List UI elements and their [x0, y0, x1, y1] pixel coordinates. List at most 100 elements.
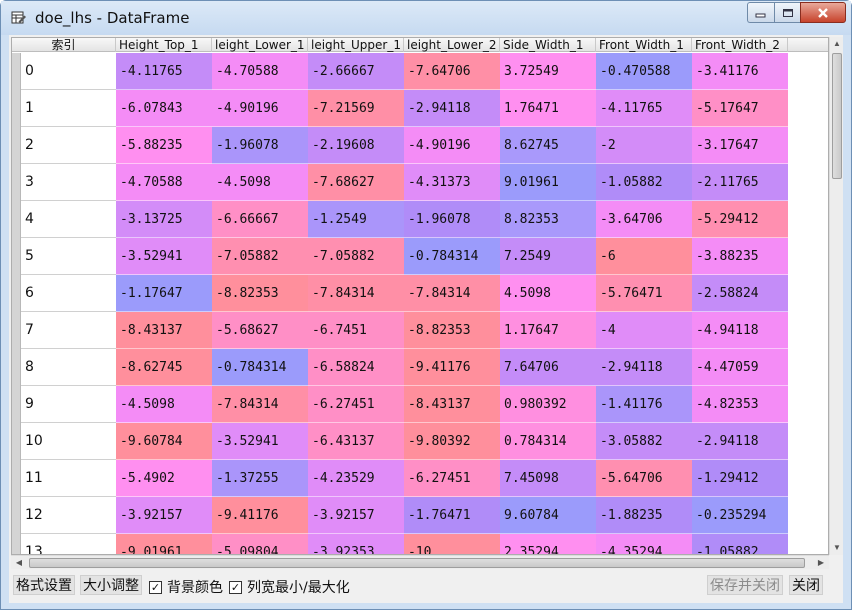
row-index-cell[interactable]: 5 [12, 238, 116, 275]
table-cell[interactable]: -1.37255 [212, 460, 308, 497]
table-cell[interactable]: -2.94118 [596, 349, 692, 386]
table-cell[interactable]: -2.11765 [692, 164, 788, 201]
table-cell[interactable]: -4.47059 [692, 349, 788, 386]
table-cell[interactable]: 9.60784 [500, 497, 596, 534]
table-cell[interactable]: -2.19608 [308, 127, 404, 164]
table-cell[interactable]: -3.17647 [692, 127, 788, 164]
table-cell[interactable]: -7.84314 [404, 275, 500, 312]
table-cell[interactable]: 1.76471 [500, 90, 596, 127]
table-cell[interactable]: -5.29412 [692, 201, 788, 238]
minimize-button[interactable] [747, 2, 774, 23]
table-row[interactable]: 9 -4.5098 -7.84314 -6.27451 -8.43137 0.980392… [12, 386, 828, 423]
resize-button[interactable]: 大小调整 [80, 575, 142, 595]
table-cell[interactable]: 7.2549 [500, 238, 596, 275]
table-row[interactable]: 3 -4.70588 -4.5098 -7.68627 -4.31373 9.01961-… [12, 164, 828, 201]
table-cell[interactable]: -2.94118 [404, 90, 500, 127]
table-cell[interactable]: -2.94118 [692, 423, 788, 460]
horizontal-scroll-thumb[interactable] [29, 558, 805, 568]
table-cell[interactable]: -4.70588 [212, 53, 308, 90]
column-header[interactable]: leight_Lower_2 [404, 38, 500, 52]
table-cell[interactable]: 1.17647 [500, 312, 596, 349]
table-cell[interactable]: -4.5098 [212, 164, 308, 201]
table-cell[interactable]: -6.07843 [116, 90, 212, 127]
table-cell[interactable]: -5.76471 [596, 275, 692, 312]
index-header[interactable]: 索引 [12, 38, 116, 52]
table-cell[interactable]: -7.05882 [212, 238, 308, 275]
table-cell[interactable]: -1.88235 [596, 497, 692, 534]
table-cell[interactable]: -4.5098 [116, 386, 212, 423]
row-index-cell[interactable]: 4 [12, 201, 116, 238]
table-cell[interactable]: -3.92157 [308, 497, 404, 534]
maximize-button[interactable] [774, 2, 800, 23]
table-cell[interactable]: -3.52941 [212, 423, 308, 460]
table-row[interactable]: 13 -9.01961 -5.09804 -3.92353 -10 2.35294 -4.3… [12, 534, 828, 554]
arrow-up-icon[interactable]: ▲ [831, 38, 843, 50]
table-cell[interactable]: -5.09804 [212, 534, 308, 554]
row-index-cell[interactable]: 12 [12, 497, 116, 534]
table-cell[interactable]: -8.43137 [404, 386, 500, 423]
table-cell[interactable]: -5.64706 [596, 460, 692, 497]
row-index-cell[interactable]: 10 [12, 423, 116, 460]
format-button[interactable]: 格式设置 [13, 575, 75, 595]
close-button[interactable]: 关闭 [789, 575, 823, 595]
row-index-cell[interactable]: 6 [12, 275, 116, 312]
table-cell[interactable]: -4.70588 [116, 164, 212, 201]
table-cell[interactable]: -7.84314 [212, 386, 308, 423]
table-cell[interactable]: -6.27451 [404, 460, 500, 497]
table-cell[interactable]: -9.60784 [116, 423, 212, 460]
column-header[interactable]: leight_Lower_1 [212, 38, 308, 52]
table-cell[interactable]: -4.90196 [212, 90, 308, 127]
table-cell[interactable]: -2.66667 [308, 53, 404, 90]
column-header[interactable]: Front_Width_1 [596, 38, 692, 52]
column-header[interactable]: Side_Width_1 [500, 38, 596, 52]
table-cell[interactable]: -3.05882 [596, 423, 692, 460]
table-cell[interactable]: -8.43137 [116, 312, 212, 349]
arrow-down-icon[interactable]: ▼ [831, 542, 843, 554]
table-row[interactable]: 5 -3.52941 -7.05882 -7.05882 -0.784314 7.2549… [12, 238, 828, 275]
table-cell[interactable]: -7.21569 [308, 90, 404, 127]
table-cell[interactable]: 0.784314 [500, 423, 596, 460]
table-cell[interactable]: 9.01961 [500, 164, 596, 201]
table-cell[interactable]: 7.45098 [500, 460, 596, 497]
row-index-cell[interactable]: 3 [12, 164, 116, 201]
table-cell[interactable]: -2 [596, 127, 692, 164]
bg-color-checkbox[interactable]: ✓ 背景颜色 [149, 577, 223, 597]
table-row[interactable]: 7 -8.43137 -5.68627 -6.7451 -8.82353 1.17647-… [12, 312, 828, 349]
row-index-cell[interactable]: 2 [12, 127, 116, 164]
table-cell[interactable]: 8.82353 [500, 201, 596, 238]
row-index-cell[interactable]: 11 [12, 460, 116, 497]
arrow-right-icon[interactable]: ▶ [815, 557, 827, 569]
column-header[interactable]: leight_Upper_1 [308, 38, 404, 52]
table-cell[interactable]: -3.13725 [116, 201, 212, 238]
table-cell[interactable]: -3.64706 [596, 201, 692, 238]
table-cell[interactable]: -7.64706 [404, 53, 500, 90]
table-cell[interactable]: -9.80392 [404, 423, 500, 460]
table-cell[interactable]: -9.41176 [404, 349, 500, 386]
table-cell[interactable]: -8.82353 [212, 275, 308, 312]
table-cell[interactable]: -4.23529 [308, 460, 404, 497]
table-cell[interactable]: -1.76471 [404, 497, 500, 534]
row-index-cell[interactable]: 8 [12, 349, 116, 386]
column-header[interactable]: Height_Top_1 [116, 38, 212, 52]
table-cell[interactable]: -8.62745 [116, 349, 212, 386]
arrow-left-icon[interactable]: ◀ [13, 557, 25, 569]
row-index-cell[interactable]: 9 [12, 386, 116, 423]
table-cell[interactable]: -6 [596, 238, 692, 275]
table-row[interactable]: 0 -4.11765 -4.70588 -2.66667 -7.64706 3.72549… [12, 53, 828, 90]
table-cell[interactable]: -0.784314 [212, 349, 308, 386]
data-table[interactable]: 索引 Height_Top_1 leight_Lower_1 leight_Up… [11, 37, 829, 555]
close-window-button[interactable] [800, 2, 846, 23]
table-cell[interactable]: -8.82353 [404, 312, 500, 349]
table-cell[interactable]: 0.980392 [500, 386, 596, 423]
table-row[interactable]: 8 -8.62745 -0.784314 -6.58824 -9.41176 7.6470… [12, 349, 828, 386]
table-cell[interactable]: -3.92157 [116, 497, 212, 534]
table-cell[interactable]: -1.05882 [692, 534, 788, 554]
table-cell[interactable]: -5.17647 [692, 90, 788, 127]
row-index-cell[interactable]: 0 [12, 53, 116, 90]
table-cell[interactable]: -4 [596, 312, 692, 349]
table-cell[interactable]: -7.84314 [308, 275, 404, 312]
table-cell[interactable]: -3.52941 [116, 238, 212, 275]
table-cell[interactable]: -0.235294 [692, 497, 788, 534]
table-cell[interactable]: -4.11765 [116, 53, 212, 90]
table-cell[interactable]: -6.58824 [308, 349, 404, 386]
